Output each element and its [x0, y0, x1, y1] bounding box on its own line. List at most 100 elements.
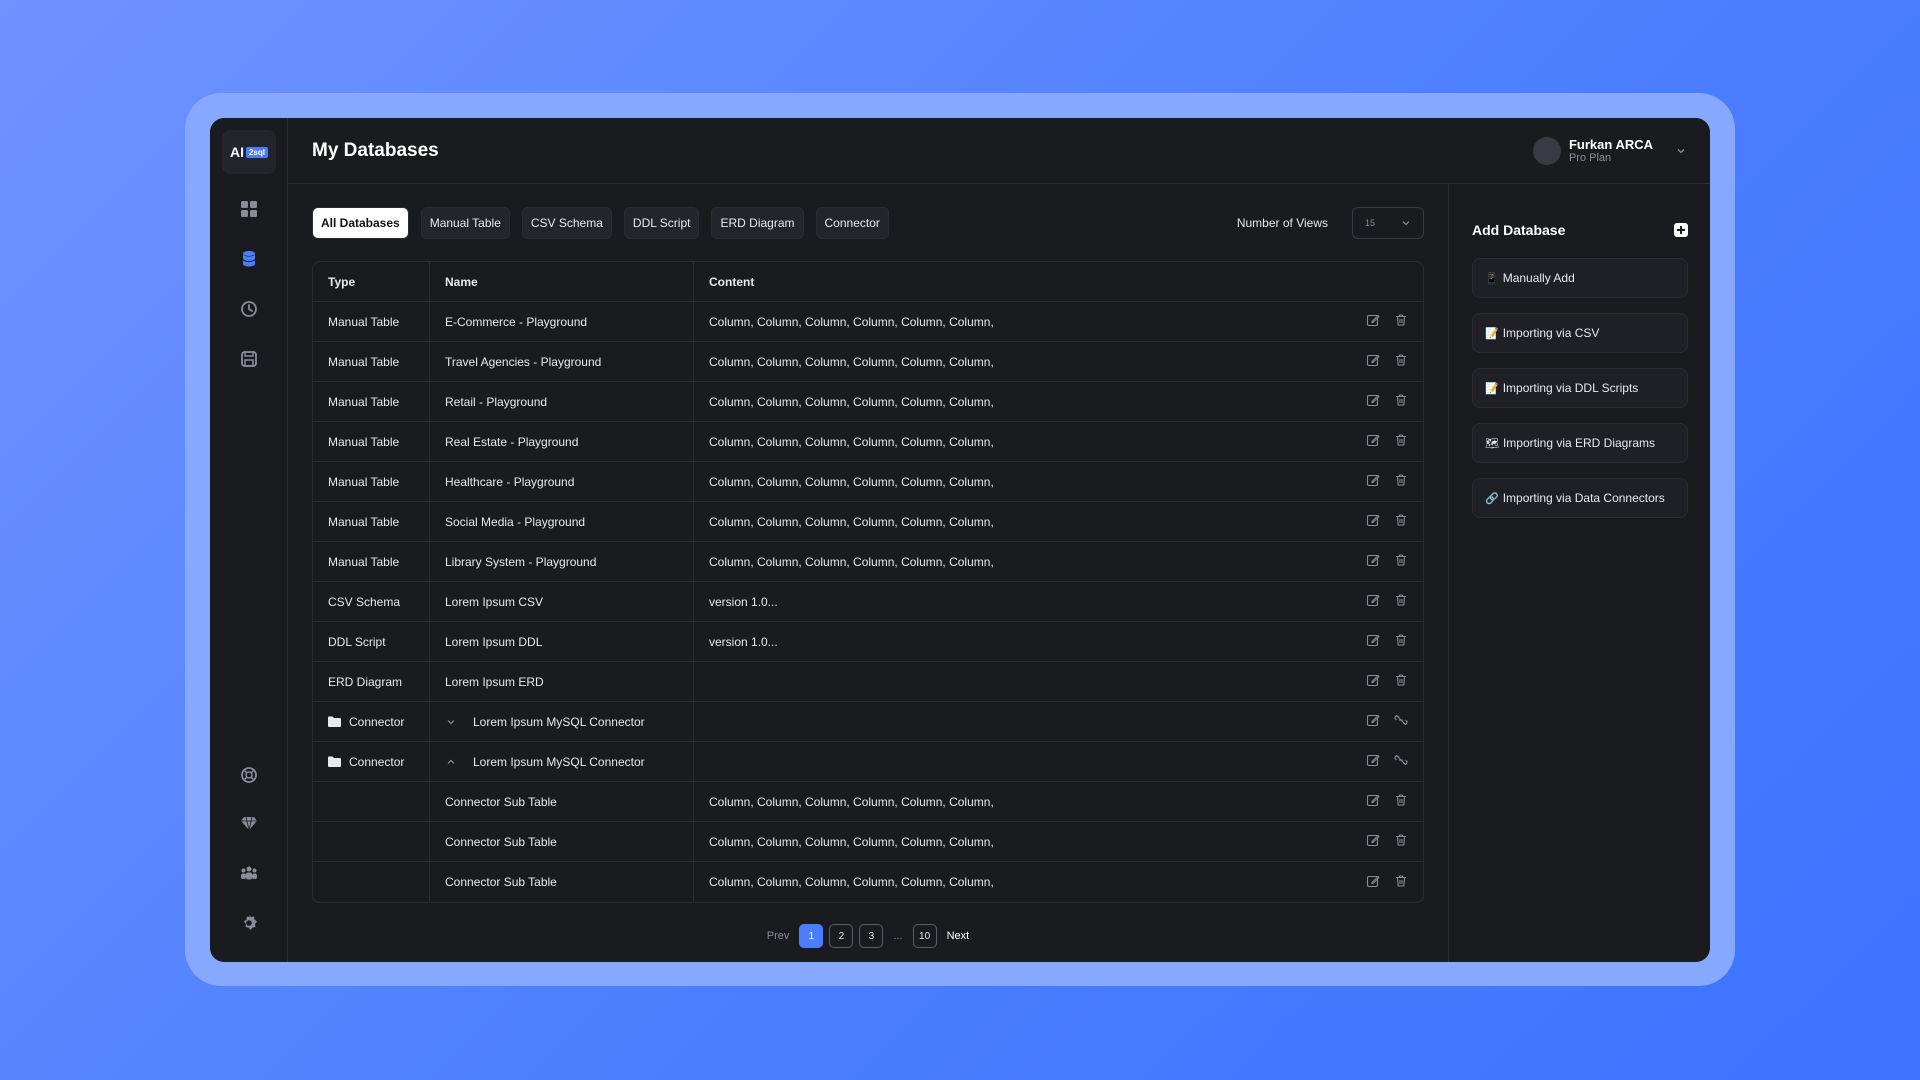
table-row[interactable]: Connector Lorem Ipsum MySQL Connector — [313, 742, 1423, 782]
table-row[interactable]: Manual Table Library System - Playground C… — [313, 542, 1423, 582]
edit-icon[interactable] — [1366, 353, 1380, 370]
trash-icon[interactable] — [1394, 593, 1408, 610]
option-label: Manually Add — [1502, 271, 1575, 285]
app-logo[interactable]: AI 2sql — [222, 130, 276, 174]
type-text: Manual Table — [328, 514, 400, 529]
trash-icon[interactable] — [1394, 313, 1408, 330]
filter-tab-csv-schema[interactable]: CSV Schema — [521, 207, 612, 239]
filter-tab-erd-diagram[interactable]: ERD Diagram — [711, 207, 804, 239]
edit-icon[interactable] — [1366, 753, 1380, 770]
page-button-last[interactable]: 10 — [912, 924, 937, 948]
unlink-icon[interactable] — [1394, 713, 1408, 730]
prev-button[interactable]: Prev — [763, 930, 794, 942]
cell-type: Manual Table — [313, 302, 430, 341]
next-button[interactable]: Next — [943, 930, 974, 942]
edit-icon[interactable] — [1366, 713, 1380, 730]
plus-icon[interactable] — [1674, 223, 1688, 237]
edit-icon[interactable] — [1366, 593, 1380, 610]
cell-actions — [1343, 582, 1423, 621]
cell-type: Manual Table — [313, 422, 430, 461]
edit-icon[interactable] — [1366, 473, 1380, 490]
edit-icon[interactable] — [1366, 513, 1380, 530]
cell-type: Connector — [313, 742, 430, 781]
trash-icon[interactable] — [1394, 793, 1408, 810]
table-row[interactable]: Manual Table Healthcare - Playground Colum… — [313, 462, 1423, 502]
trash-icon[interactable] — [1394, 673, 1408, 690]
trash-icon[interactable] — [1394, 833, 1408, 850]
cell-type: Manual Table — [313, 382, 430, 421]
pagination-ellipsis: ... — [893, 930, 903, 942]
trash-icon[interactable] — [1394, 393, 1408, 410]
trash-icon[interactable] — [1394, 633, 1408, 650]
cell-type: Manual Table — [313, 462, 430, 501]
add-option-1[interactable]: 📝 Importing via CSV — [1472, 313, 1688, 353]
diamond-icon[interactable] — [235, 809, 263, 837]
edit-icon[interactable] — [1366, 553, 1380, 570]
cell-name: Retail - Playground — [430, 382, 694, 421]
views-select[interactable]: 15 — [1352, 207, 1424, 239]
add-option-2[interactable]: 📝 Importing via DDL Scripts — [1472, 368, 1688, 408]
cell-content: Column, Column, Column, Column, Column, … — [709, 474, 994, 489]
table-row[interactable]: CSV Schema Lorem Ipsum CSV version 1.0... — [313, 582, 1423, 622]
history-icon[interactable] — [235, 295, 263, 323]
cell-content — [694, 742, 1343, 781]
filter-tab-ddl-script[interactable]: DDL Script — [623, 207, 700, 239]
add-option-3[interactable]: 🗺 Importing via ERD Diagrams — [1472, 423, 1688, 463]
add-option-0[interactable]: 📱 Manually Add — [1472, 258, 1688, 298]
cell-actions — [1343, 782, 1423, 821]
cell-actions — [1343, 742, 1423, 781]
cell-content: Column, Column, Column, Column, Column, … — [709, 394, 994, 409]
chevron-down-icon[interactable] — [1675, 145, 1687, 157]
table-row[interactable]: Manual Table Travel Agencies - Playground… — [313, 342, 1423, 382]
team-icon[interactable] — [235, 859, 263, 887]
edit-icon[interactable] — [1366, 433, 1380, 450]
grid-icon[interactable] — [235, 195, 263, 223]
edit-icon[interactable] — [1366, 833, 1380, 850]
unlink-icon[interactable] — [1394, 753, 1408, 770]
add-option-4[interactable]: 🔗 Importing via Data Connectors — [1472, 478, 1688, 518]
table-row[interactable]: Manual Table Social Media - Playground Col… — [313, 502, 1423, 542]
filter-tab-all-databases[interactable]: All Databases — [312, 207, 409, 239]
name-text: Lorem Ipsum ERD — [445, 674, 544, 689]
cell-type — [313, 822, 430, 861]
table-row[interactable]: Connector Sub Table Column, Column, Colum… — [313, 782, 1423, 822]
type-text: Manual Table — [328, 354, 400, 369]
option-icon: 📝 — [1485, 382, 1499, 395]
table-row[interactable]: Manual Table Retail - Playground Column, C… — [313, 382, 1423, 422]
table-row[interactable]: DDL Script Lorem Ipsum DDL version 1.0... — [313, 622, 1423, 662]
edit-icon[interactable] — [1366, 793, 1380, 810]
name-text: Lorem Ipsum DDL — [445, 634, 543, 649]
page-button-2[interactable]: 2 — [829, 924, 854, 948]
edit-icon[interactable] — [1366, 874, 1380, 891]
settings-icon[interactable] — [235, 909, 263, 937]
edit-icon[interactable] — [1366, 633, 1380, 650]
edit-icon[interactable] — [1366, 393, 1380, 410]
trash-icon[interactable] — [1394, 353, 1408, 370]
cell-actions — [1343, 622, 1423, 661]
trash-icon[interactable] — [1394, 473, 1408, 490]
edit-icon[interactable] — [1366, 313, 1380, 330]
help-icon[interactable] — [235, 761, 263, 789]
header-name: Name — [430, 262, 694, 301]
trash-icon[interactable] — [1394, 874, 1408, 891]
type-text: DDL Script — [328, 634, 386, 649]
table-row[interactable]: Manual Table Real Estate - Playground Colu… — [313, 422, 1423, 462]
trash-icon[interactable] — [1394, 433, 1408, 450]
table-row[interactable]: Connector Sub Table Column, Column, Colum… — [313, 822, 1423, 862]
page-button-1[interactable]: 1 — [799, 924, 824, 948]
save-icon[interactable] — [235, 345, 263, 373]
filter-tab-connector[interactable]: Connector — [815, 207, 889, 239]
filter-tab-manual-table[interactable]: Manual Table — [420, 207, 510, 239]
trash-icon[interactable] — [1394, 513, 1408, 530]
chevron-down-icon[interactable] — [445, 716, 457, 728]
chevron-up-icon[interactable] — [445, 756, 457, 768]
database-icon[interactable] — [235, 245, 263, 273]
edit-icon[interactable] — [1366, 673, 1380, 690]
table-row[interactable]: Manual Table E-Commerce - Playground Colum… — [313, 302, 1423, 342]
table-row[interactable]: ERD Diagram Lorem Ipsum ERD — [313, 662, 1423, 702]
table-row[interactable]: Connector Lorem Ipsum MySQL Connector — [313, 702, 1423, 742]
table-row[interactable]: Connector Sub Table Column, Column, Colum… — [313, 862, 1423, 902]
trash-icon[interactable] — [1394, 553, 1408, 570]
page-button-3[interactable]: 3 — [859, 924, 884, 948]
user-menu[interactable]: Furkan ARCA Pro Plan — [1532, 136, 1687, 165]
